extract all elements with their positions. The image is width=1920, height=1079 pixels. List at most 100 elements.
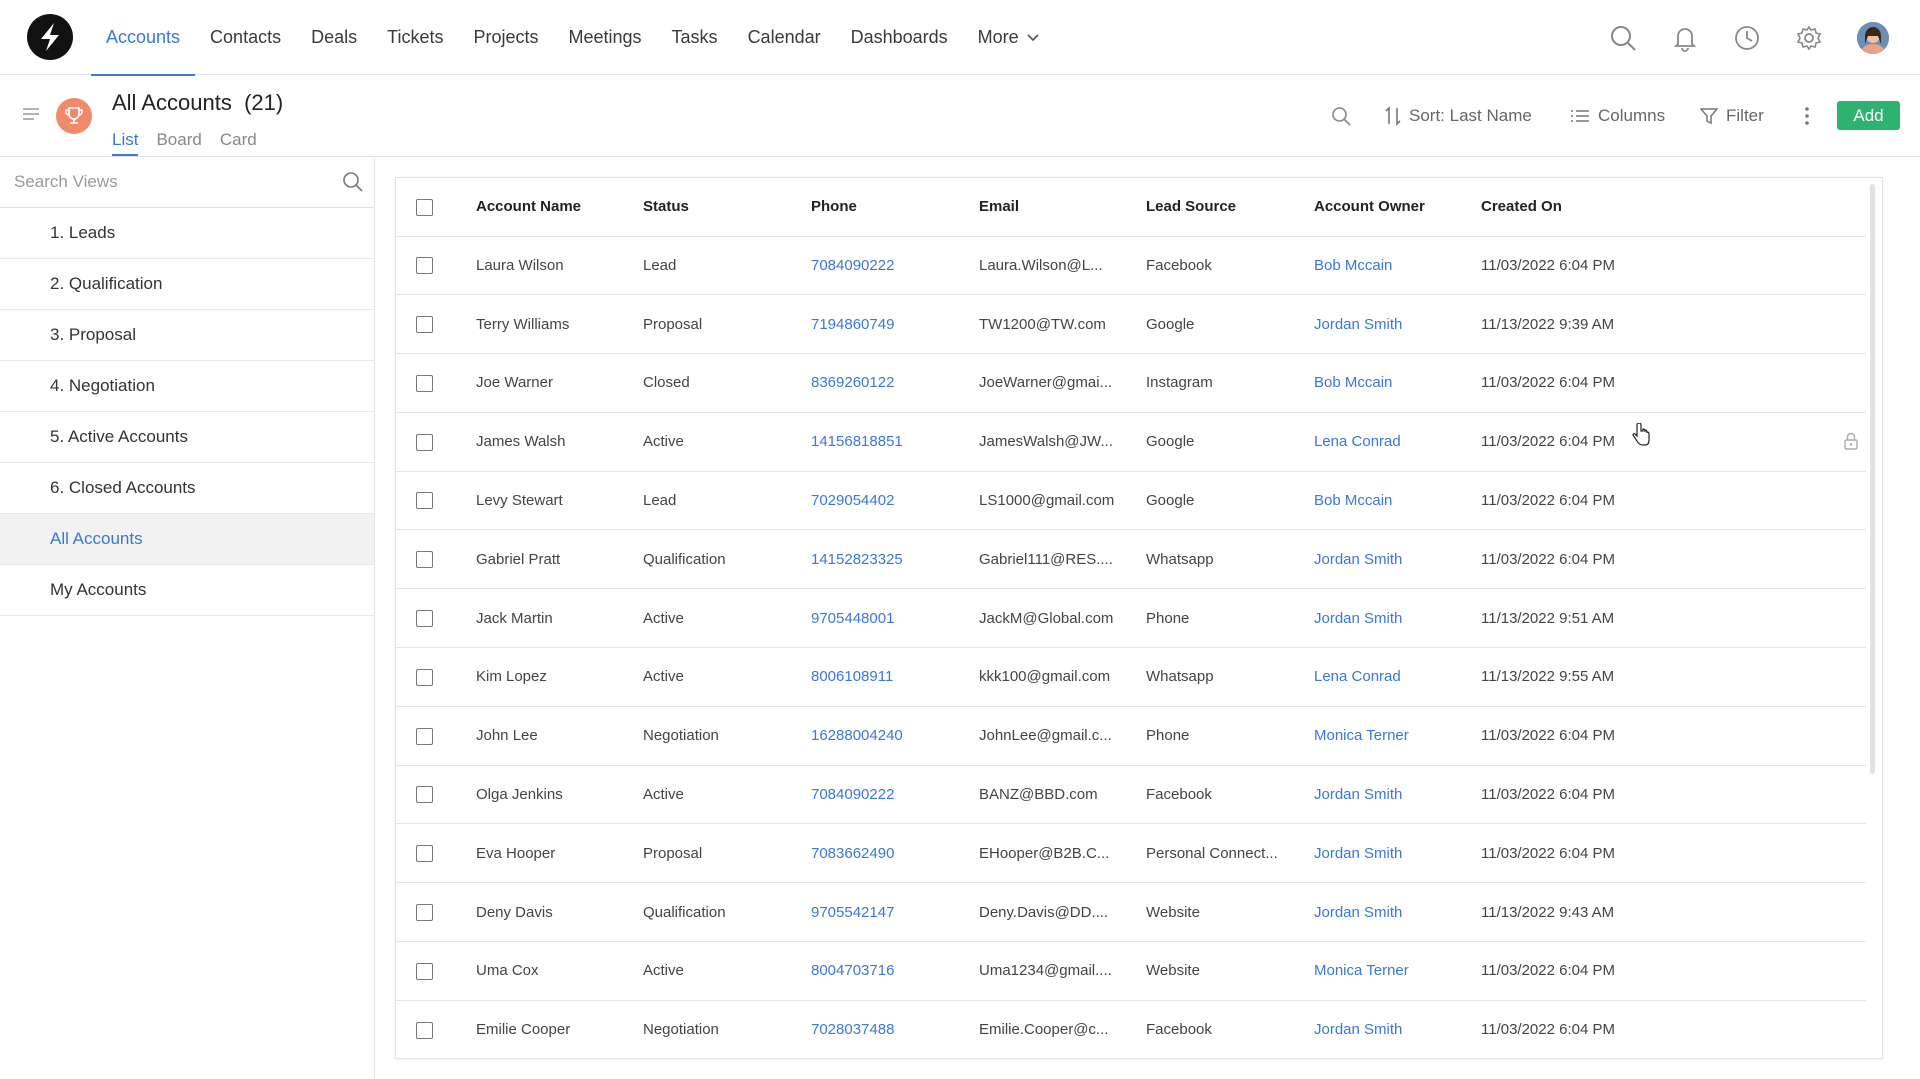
account-owner-cell[interactable]: Bob Mccain bbox=[1314, 471, 1481, 531]
table-row[interactable]: Terry Williams Proposal 7194860749 TW1200@T… bbox=[396, 294, 1866, 355]
view-item-my-accounts[interactable]: My Accounts bbox=[0, 565, 374, 616]
account-owner-cell[interactable]: Jordan Smith bbox=[1314, 1000, 1481, 1058]
account-owner-cell[interactable]: Jordan Smith bbox=[1314, 823, 1481, 884]
column-header[interactable]: Lead Source bbox=[1146, 178, 1314, 237]
account-owner-cell[interactable]: Bob Mccain bbox=[1314, 236, 1481, 296]
row-checkbox[interactable] bbox=[416, 492, 433, 510]
row-checkbox[interactable] bbox=[416, 903, 433, 921]
table-row[interactable]: Levy Stewart Lead 7029054402 LS1000@gmail.c… bbox=[396, 471, 1866, 531]
phone-cell[interactable]: 9705542147 bbox=[811, 882, 979, 943]
row-checkbox[interactable] bbox=[416, 433, 433, 451]
nav-more-menu[interactable]: More bbox=[963, 0, 1054, 75]
phone-cell[interactable]: 8369260122 bbox=[811, 353, 979, 413]
table-row[interactable]: John Lee Negotiation 16288004240 JohnLee@gm… bbox=[396, 706, 1866, 766]
tab-card[interactable]: Card bbox=[220, 130, 257, 156]
account-owner-cell[interactable]: Jordan Smith bbox=[1314, 294, 1481, 355]
table-row[interactable]: Olga Jenkins Active 7084090222 BANZ@BBD.com… bbox=[396, 765, 1866, 825]
row-checkbox[interactable] bbox=[416, 962, 433, 980]
nav-meetings[interactable]: Meetings bbox=[554, 0, 657, 75]
account-owner-cell[interactable]: Jordan Smith bbox=[1314, 588, 1481, 649]
search-icon[interactable] bbox=[342, 171, 364, 193]
account-owner-cell[interactable]: Jordan Smith bbox=[1314, 882, 1481, 943]
clock-icon[interactable] bbox=[1733, 24, 1761, 52]
view-item-active-accounts[interactable]: 5. Active Accounts bbox=[0, 412, 374, 463]
column-header[interactable]: Email bbox=[979, 178, 1146, 237]
phone-cell[interactable]: 14152823325 bbox=[811, 529, 979, 590]
phone-cell[interactable]: 14156818851 bbox=[811, 412, 979, 472]
nav-contacts[interactable]: Contacts bbox=[195, 0, 296, 75]
lock-icon[interactable] bbox=[1843, 432, 1859, 450]
table-row[interactable]: Joe Warner Closed 8369260122 JoeWarner@gmai… bbox=[396, 353, 1866, 413]
columns-button[interactable]: Columns bbox=[1570, 101, 1665, 131]
row-checkbox[interactable] bbox=[416, 727, 433, 745]
phone-cell[interactable]: 7028037488 bbox=[811, 1000, 979, 1058]
user-avatar[interactable] bbox=[1857, 22, 1889, 54]
table-row[interactable]: Emilie Cooper Negotiation 7028037488 Emilie… bbox=[396, 1000, 1866, 1058]
more-options-icon[interactable] bbox=[1804, 106, 1810, 126]
phone-cell[interactable]: 7083662490 bbox=[811, 823, 979, 884]
view-item-all-accounts[interactable]: All Accounts bbox=[0, 514, 374, 565]
column-header[interactable]: Created On bbox=[1481, 178, 1866, 237]
phone-cell[interactable]: 8006108911 bbox=[811, 647, 979, 707]
tab-board[interactable]: Board bbox=[156, 130, 201, 156]
column-header[interactable]: Status bbox=[643, 178, 811, 237]
add-button[interactable]: Add bbox=[1837, 101, 1900, 130]
table-row[interactable]: Kim Lopez Active 8006108911 kkk100@gmail.co… bbox=[396, 647, 1866, 707]
nav-dashboards[interactable]: Dashboards bbox=[836, 0, 963, 75]
table-row[interactable]: Gabriel Pratt Qualification 14152823325 Gab… bbox=[396, 529, 1866, 590]
table-row[interactable]: Laura Wilson Lead 7084090222 Laura.Wilson@L… bbox=[396, 236, 1866, 296]
nav-tasks[interactable]: Tasks bbox=[657, 0, 733, 75]
row-checkbox[interactable] bbox=[416, 845, 433, 863]
account-owner-cell[interactable]: Monica Terner bbox=[1314, 706, 1481, 766]
nav-projects[interactable]: Projects bbox=[458, 0, 553, 75]
app-logo-icon[interactable] bbox=[27, 14, 73, 60]
view-item-closed-accounts[interactable]: 6. Closed Accounts bbox=[0, 463, 374, 514]
phone-cell[interactable]: 8004703716 bbox=[811, 941, 979, 1001]
phone-cell[interactable]: 9705448001 bbox=[811, 588, 979, 649]
phone-cell[interactable]: 7084090222 bbox=[811, 236, 979, 296]
search-icon[interactable] bbox=[1609, 24, 1637, 52]
nav-deals[interactable]: Deals bbox=[296, 0, 372, 75]
table-row[interactable]: Deny Davis Qualification 9705542147 Deny.Da… bbox=[396, 882, 1866, 943]
search-icon[interactable] bbox=[1331, 106, 1351, 126]
row-checkbox[interactable] bbox=[416, 609, 433, 627]
phone-cell[interactable]: 16288004240 bbox=[811, 706, 979, 766]
account-owner-cell[interactable]: Lena Conrad bbox=[1314, 412, 1481, 472]
sort-button[interactable]: Sort: Last Name bbox=[1385, 101, 1532, 131]
nav-tickets[interactable]: Tickets bbox=[372, 0, 458, 75]
row-checkbox[interactable] bbox=[416, 1021, 433, 1039]
nav-calendar[interactable]: Calendar bbox=[733, 0, 836, 75]
row-checkbox[interactable] bbox=[416, 551, 433, 569]
row-checkbox[interactable] bbox=[416, 257, 433, 275]
table-row[interactable]: Jack Martin Active 9705448001 JackM@Global.… bbox=[396, 588, 1866, 649]
column-header[interactable]: Account Owner bbox=[1314, 178, 1481, 237]
row-checkbox[interactable] bbox=[416, 668, 433, 686]
phone-cell[interactable]: 7029054402 bbox=[811, 471, 979, 531]
table-row[interactable]: Uma Cox Active 8004703716 Uma1234@gmail....… bbox=[396, 941, 1866, 1001]
search-views-input[interactable] bbox=[14, 172, 314, 192]
account-owner-cell[interactable]: Lena Conrad bbox=[1314, 647, 1481, 707]
view-item-negotiation[interactable]: 4. Negotiation bbox=[0, 361, 374, 412]
view-item-proposal[interactable]: 3. Proposal bbox=[0, 310, 374, 361]
select-all-checkbox[interactable] bbox=[416, 198, 433, 216]
table-row[interactable]: Eva Hooper Proposal 7083662490 EHooper@B2B.… bbox=[396, 823, 1866, 884]
phone-cell[interactable]: 7194860749 bbox=[811, 294, 979, 355]
column-header[interactable]: Account Name bbox=[476, 178, 643, 237]
phone-cell[interactable]: 7084090222 bbox=[811, 765, 979, 825]
account-owner-cell[interactable]: Jordan Smith bbox=[1314, 529, 1481, 590]
nav-accounts[interactable]: Accounts bbox=[91, 0, 196, 76]
bell-icon[interactable] bbox=[1671, 24, 1699, 52]
view-item-leads[interactable]: 1. Leads bbox=[0, 208, 374, 259]
row-checkbox[interactable] bbox=[416, 374, 433, 392]
row-checkbox[interactable] bbox=[416, 315, 433, 333]
account-owner-cell[interactable]: Bob Mccain bbox=[1314, 353, 1481, 413]
table-scrollbar[interactable] bbox=[1870, 184, 1875, 774]
gear-icon[interactable] bbox=[1795, 24, 1823, 52]
account-owner-cell[interactable]: Jordan Smith bbox=[1314, 765, 1481, 825]
row-checkbox[interactable] bbox=[416, 786, 433, 804]
column-header[interactable]: Phone bbox=[811, 178, 979, 237]
tab-list[interactable]: List bbox=[112, 130, 139, 156]
account-owner-cell[interactable]: Monica Terner bbox=[1314, 941, 1481, 1001]
filter-button[interactable]: Filter bbox=[1700, 101, 1764, 131]
view-item-qualification[interactable]: 2. Qualification bbox=[0, 259, 374, 310]
